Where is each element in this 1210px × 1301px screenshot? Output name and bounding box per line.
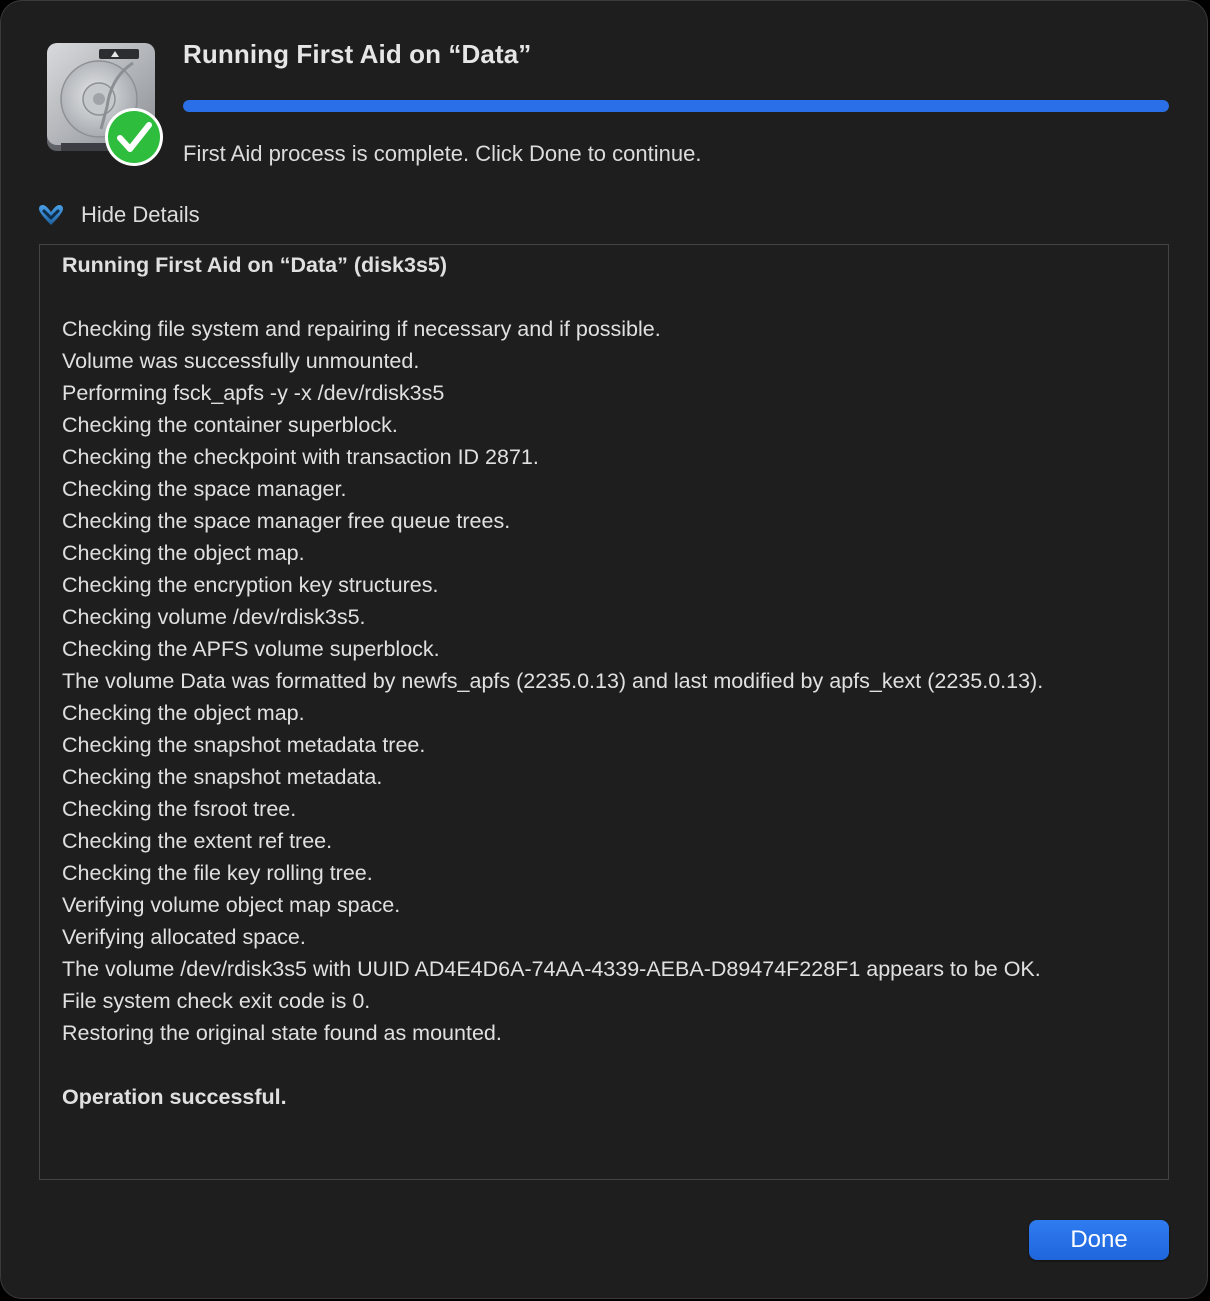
log-line: Checking the snapshot metadata tree.: [62, 733, 426, 757]
log-line: Checking the file key rolling tree.: [62, 861, 373, 885]
log-line: Checking volume /dev/rdisk3s5.: [62, 605, 366, 629]
progress-bar: [183, 100, 1169, 112]
progress-fill: [183, 100, 1169, 112]
details-log[interactable]: Running First Aid on “Data” (disk3s5) Che…: [39, 244, 1169, 1180]
hide-details-toggle[interactable]: Hide Details: [35, 199, 200, 231]
dialog-title: Running First Aid on “Data”: [183, 39, 532, 69]
status-message: First Aid process is complete. Click Don…: [183, 141, 702, 166]
log-line: Checking the space manager free queue tr…: [62, 509, 511, 533]
log-line: Restoring the original state found as mo…: [62, 1021, 502, 1045]
log-line: Performing fsck_apfs -y -x /dev/rdisk3s5: [62, 381, 445, 405]
log-line: Checking the container superblock.: [62, 413, 398, 437]
log-line: Operation successful.: [62, 1085, 287, 1109]
log-line: Checking the snapshot metadata.: [62, 765, 383, 789]
log-line: Checking the fsroot tree.: [62, 797, 297, 821]
log-line: Verifying allocated space.: [62, 925, 306, 949]
hide-details-label[interactable]: Hide Details: [81, 202, 200, 228]
log-line: The volume /dev/rdisk3s5 with UUID AD4E4…: [62, 957, 1041, 981]
log-line: Verifying volume object map space.: [62, 893, 401, 917]
log-line: File system check exit code is 0.: [62, 989, 371, 1013]
chevron-down-icon[interactable]: [35, 199, 67, 231]
log-line: Checking the extent ref tree.: [62, 829, 333, 853]
log-line: Checking the APFS volume superblock.: [62, 637, 440, 661]
log-line: Checking file system and repairing if ne…: [62, 317, 661, 341]
log-line: Running First Aid on “Data” (disk3s5): [62, 253, 448, 277]
log-line: Checking the object map.: [62, 541, 305, 565]
log-line: Checking the space manager.: [62, 477, 347, 501]
log-line: The volume Data was formatted by newfs_a…: [62, 669, 1044, 693]
log-line: Checking the encryption key structures.: [62, 573, 439, 597]
log-line: Checking the object map.: [62, 701, 305, 725]
log-line: Checking the checkpoint with transaction…: [62, 445, 539, 469]
first-aid-dialog: Running First Aid on “Data” First Aid pr…: [0, 0, 1208, 1299]
checkmark-badge-icon: [105, 108, 163, 166]
log-line: Volume was successfully unmounted.: [62, 349, 420, 373]
done-button[interactable]: Done: [1029, 1220, 1169, 1260]
